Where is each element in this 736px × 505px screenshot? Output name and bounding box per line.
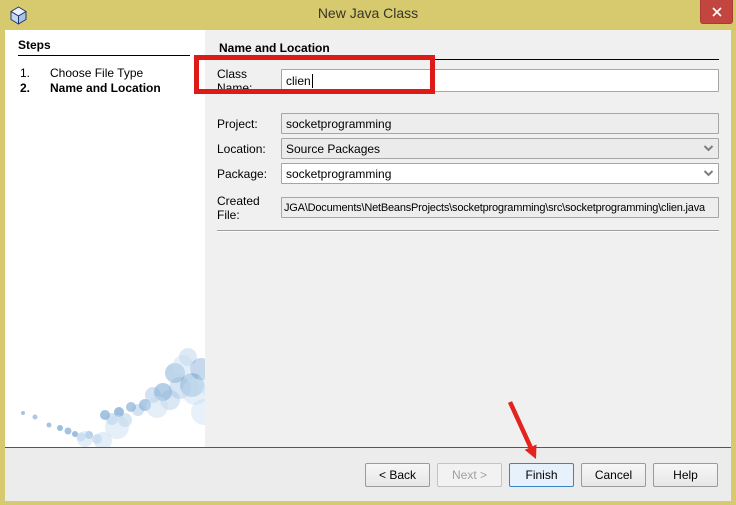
help-button[interactable]: Help <box>653 462 718 487</box>
step-number: 1. <box>20 66 31 80</box>
location-label: Location: <box>217 141 266 156</box>
package-label: Package: <box>217 166 268 181</box>
horizontal-separator <box>217 230 719 232</box>
class-name-value: clien <box>286 73 311 88</box>
project-row: Project: socketprogramming <box>217 113 719 134</box>
location-combobox[interactable]: Source Packages <box>281 138 719 159</box>
project-label: Project: <box>217 116 258 131</box>
panel-heading: Name and Location <box>219 41 719 60</box>
chevron-down-icon <box>703 170 714 177</box>
created-file-row: Created File: JGA\Documents\NetBeansProj… <box>217 194 719 222</box>
class-name-label: Class Name: <box>217 66 253 95</box>
window-title: New Java Class <box>317 5 419 21</box>
step-label: Choose File Type <box>50 66 144 80</box>
name-and-location-panel: Name and Location Class Name: clien Proj… <box>205 30 731 447</box>
project-field: socketprogramming <box>281 113 719 134</box>
step-number: 2. <box>20 81 31 95</box>
package-combobox[interactable]: socketprogramming <box>281 163 719 184</box>
back-button[interactable]: < Back <box>365 462 430 487</box>
cancel-button[interactable]: Cancel <box>581 462 646 487</box>
created-file-field: JGA\Documents\NetBeansProjects\socketpro… <box>281 197 719 218</box>
title-bar[interactable]: New Java Class <box>0 0 736 30</box>
step-label: Name and Location <box>50 81 161 95</box>
created-file-value: JGA\Documents\NetBeansProjects\socketpro… <box>284 201 705 214</box>
steps-heading: Steps <box>18 38 190 56</box>
class-name-input[interactable]: clien <box>281 69 719 92</box>
step-item-choose-file-type: 1. Choose File Type <box>20 66 161 81</box>
package-row: Package: socketprogramming <box>217 163 719 184</box>
bubbles-decoration <box>21 348 205 447</box>
next-button: Next > <box>437 462 502 487</box>
package-value: socketprogramming <box>286 166 392 181</box>
location-value: Source Packages <box>286 141 381 156</box>
steps-panel: Steps 1. Choose File Type 2. Name and Lo… <box>5 30 205 447</box>
created-file-label: Created File: <box>217 193 260 222</box>
class-name-row: Class Name: clien <box>217 66 719 95</box>
button-bar: < Back Next > Finish Cancel Help <box>5 447 731 501</box>
step-item-name-and-location: 2. Name and Location <box>20 81 161 96</box>
finish-button[interactable]: Finish <box>509 462 574 487</box>
chevron-down-icon <box>703 145 714 152</box>
close-icon <box>711 6 722 17</box>
project-value: socketprogramming <box>286 116 392 131</box>
text-caret <box>311 73 313 88</box>
new-java-class-dialog: New Java Class Steps 1. Choose File Type… <box>0 0 736 505</box>
close-button[interactable] <box>700 0 733 24</box>
steps-list: 1. Choose File Type 2. Name and Location <box>20 66 161 96</box>
location-row: Location: Source Packages <box>217 138 719 159</box>
